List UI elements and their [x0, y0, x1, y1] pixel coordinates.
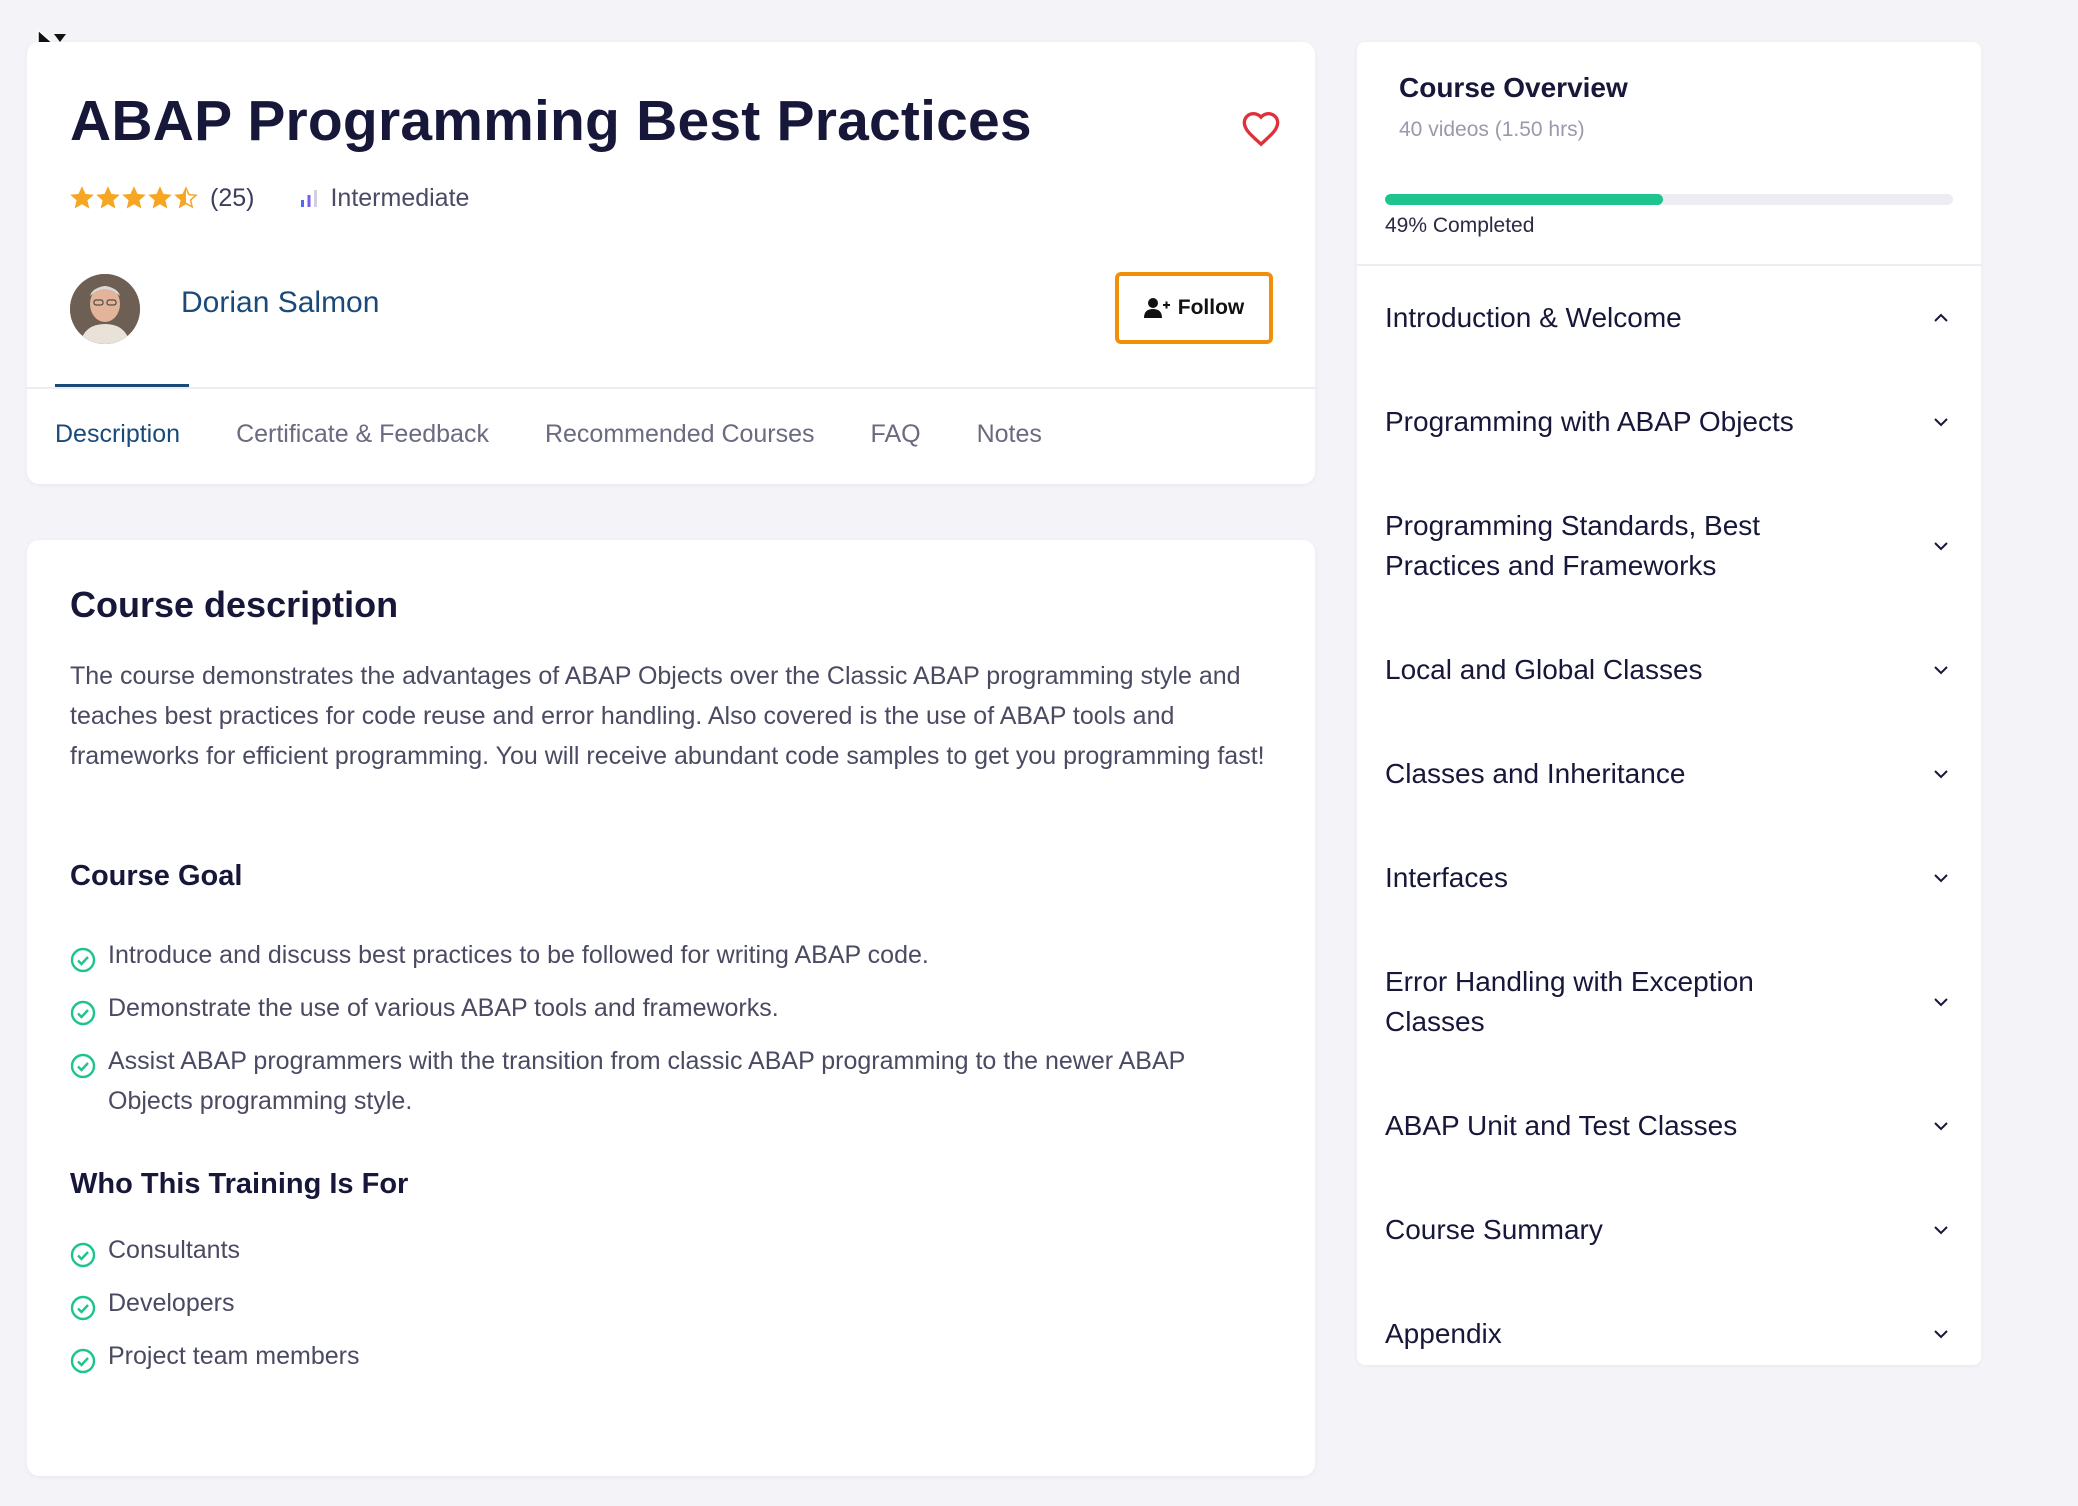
- section-label: Classes and Inheritance: [1385, 758, 1686, 789]
- audience-heading: Who This Training Is For: [70, 1168, 409, 1200]
- chevron-down-icon: [1934, 542, 1948, 551]
- check-circle-icon: [70, 1348, 96, 1374]
- bar-chart-icon: [301, 190, 318, 207]
- tab-recommended-courses[interactable]: Recommended Courses: [545, 420, 815, 449]
- chevron-down-icon: [1934, 418, 1948, 427]
- check-circle-icon: [70, 1053, 96, 1079]
- active-tab-indicator: [55, 384, 189, 387]
- overview-title: Course Overview: [1399, 72, 1628, 103]
- goal-text: Introduce and discuss best practices to …: [108, 941, 929, 969]
- description-heading: Course description: [70, 584, 399, 625]
- section-item[interactable]: Introduction & Welcome: [1357, 266, 1981, 370]
- section-label: ABAP Unit and Test Classes: [1385, 1110, 1738, 1141]
- progress-bar: [1385, 194, 1953, 205]
- section-item[interactable]: Local and Global Classes: [1357, 618, 1981, 722]
- list-item: Consultants: [70, 1230, 1270, 1270]
- goal-text: Demonstrate the use of various ABAP tool…: [108, 994, 779, 1022]
- list-item: Project team members: [70, 1336, 1270, 1376]
- section-item[interactable]: ABAP Unit and Test Classes: [1357, 1074, 1981, 1178]
- section-item[interactable]: Course Summary: [1357, 1178, 1981, 1282]
- section-label: Programming Standards, Best Practices an…: [1385, 510, 1761, 581]
- star-half-icon: [174, 186, 198, 209]
- course-description-card: Course description The course demonstrat…: [27, 540, 1315, 1476]
- section-label: Interfaces: [1385, 862, 1508, 893]
- tab-certificate-feedback[interactable]: Certificate & Feedback: [236, 420, 489, 449]
- section-item[interactable]: Interfaces: [1357, 826, 1981, 930]
- course-title: ABAP Programming Best Practices: [70, 89, 1032, 153]
- star-full-icon: [70, 186, 94, 209]
- list-item: Assist ABAP programmers with the transit…: [70, 1041, 1270, 1121]
- section-item[interactable]: Programming Standards, Best Practices an…: [1357, 474, 1981, 618]
- user-plus-icon: [1143, 298, 1170, 318]
- chevron-down-icon: [1934, 874, 1948, 883]
- section-label: Introduction & Welcome: [1385, 302, 1682, 333]
- avatar[interactable]: [70, 274, 140, 344]
- list-item: Introduce and discuss best practices to …: [70, 935, 1270, 975]
- section-label: Appendix: [1385, 1318, 1502, 1349]
- chevron-down-icon: [1934, 1122, 1948, 1131]
- audience-list: Consultants Developers Project team memb…: [70, 1230, 1270, 1389]
- level-label: Intermediate: [330, 183, 470, 212]
- star-rating: [70, 186, 198, 210]
- tabs-divider: [27, 387, 1315, 389]
- description-body: The course demonstrates the advantages o…: [70, 662, 1265, 770]
- section-item[interactable]: Programming with ABAP Objects: [1357, 370, 1981, 474]
- star-full-icon: [96, 186, 120, 209]
- star-full-icon: [148, 186, 172, 209]
- course-overview-card: Course Overview 40 videos (1.50 hrs) 49%…: [1357, 42, 1981, 1365]
- audience-text: Developers: [108, 1289, 235, 1317]
- course-header-card: ABAP Programming Best Practices (25) Int…: [27, 42, 1315, 484]
- progress-fill: [1385, 194, 1664, 205]
- rating-row: (25) Intermediate: [70, 180, 469, 216]
- audience-text: Project team members: [108, 1342, 360, 1370]
- check-circle-icon: [70, 947, 96, 973]
- heart-icon[interactable]: [1241, 110, 1281, 150]
- chevron-down-icon: [1934, 998, 1948, 1007]
- progress-label: 49% Completed: [1385, 214, 1535, 237]
- audience-text: Consultants: [108, 1236, 241, 1264]
- overview-subtitle: 40 videos (1.50 hrs): [1399, 118, 1585, 141]
- course-goal-list: Introduce and discuss best practices to …: [70, 935, 1270, 1134]
- chevron-down-icon: [1934, 770, 1948, 779]
- section-label: Error Handling with Exception Classes: [1385, 966, 1754, 1037]
- tab-description[interactable]: Description: [55, 420, 180, 449]
- section-label: Programming with ABAP Objects: [1385, 406, 1794, 437]
- chevron-down-icon: [1934, 666, 1948, 675]
- check-circle-icon: [70, 1295, 96, 1321]
- section-item[interactable]: Appendix: [1357, 1282, 1981, 1386]
- author-name-link[interactable]: Dorian Salmon: [181, 286, 379, 320]
- chevron-down-icon: [1934, 1330, 1948, 1339]
- chevron-down-icon: [1934, 1226, 1948, 1235]
- section-item[interactable]: Error Handling with Exception Classes: [1357, 930, 1981, 1074]
- section-item[interactable]: Classes and Inheritance: [1357, 722, 1981, 826]
- check-circle-icon: [70, 1242, 96, 1268]
- section-label: Course Summary: [1385, 1214, 1603, 1245]
- section-label: Local and Global Classes: [1385, 654, 1703, 685]
- goal-text: Assist ABAP programmers with the transit…: [108, 1047, 1185, 1115]
- course-goal-heading: Course Goal: [70, 860, 243, 892]
- check-circle-icon: [70, 1000, 96, 1026]
- chevron-up-icon: [1934, 313, 1948, 322]
- section-list: Introduction & Welcome Programming with …: [1357, 266, 1981, 1386]
- star-full-icon: [122, 186, 146, 209]
- course-tabs: Description Certificate & Feedback Recom…: [55, 420, 1042, 449]
- follow-button-label: Follow: [1177, 296, 1245, 319]
- tab-faq[interactable]: FAQ: [871, 420, 921, 449]
- rating-count: (25): [210, 183, 255, 212]
- list-item: Developers: [70, 1283, 1270, 1323]
- follow-button[interactable]: Follow: [1115, 272, 1273, 344]
- tab-notes[interactable]: Notes: [977, 420, 1042, 449]
- list-item: Demonstrate the use of various ABAP tool…: [70, 988, 1270, 1028]
